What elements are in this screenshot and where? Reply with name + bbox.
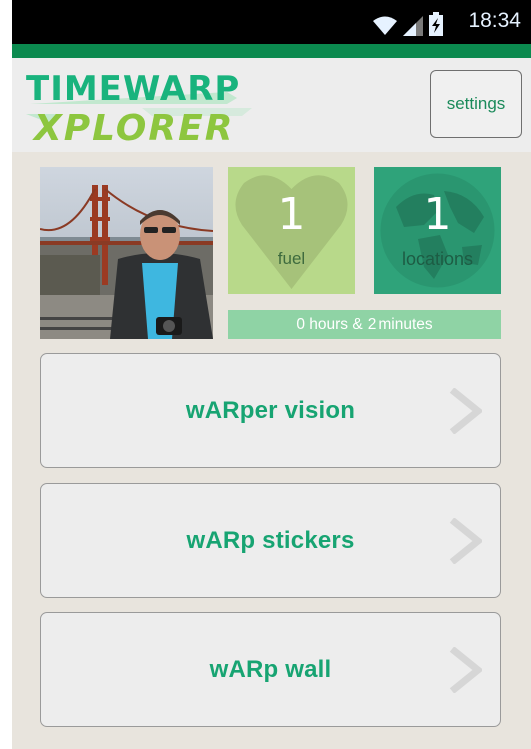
signal-icon	[403, 16, 423, 36]
locations-count: 1	[423, 189, 452, 240]
time-hours-text: 0 hours &	[296, 315, 363, 333]
battery-charging-icon	[429, 12, 443, 36]
fuel-count: 1	[277, 189, 306, 240]
status-time: 18:34	[468, 9, 521, 32]
app-logo: TIMEWARP XPLORER	[26, 69, 252, 148]
locations-tile: 1 locations	[374, 167, 501, 294]
wifi-icon	[373, 16, 397, 35]
warper-vision-button[interactable]: wARper vision	[40, 353, 501, 468]
app-frame: 18:34 TIMEWARP XPLORER settings 1 fuel 1…	[12, 0, 531, 749]
fuel-tile: 1 fuel	[228, 167, 355, 294]
app-header: TIMEWARP XPLORER settings	[12, 58, 531, 152]
status-bar: 18:34	[12, 0, 531, 44]
profile-photo[interactable]	[40, 167, 213, 339]
menu-button-label: wARp stickers	[186, 526, 355, 554]
settings-button[interactable]: settings	[430, 70, 522, 138]
menu-button-label: wARper vision	[185, 396, 356, 424]
logo-line1: TIMEWARP	[26, 69, 240, 109]
logo-line2: XPLORER	[32, 108, 234, 148]
chevron-right-icon	[449, 518, 482, 564]
locations-label: locations	[401, 249, 474, 269]
time-minutes-value: 2	[367, 315, 377, 333]
time-played-bar: 0 hours & 2 minutes	[228, 310, 501, 339]
accent-bar	[12, 44, 531, 58]
chevron-right-icon	[449, 647, 482, 693]
status-icons	[373, 12, 443, 36]
time-minutes-unit: minutes	[378, 315, 433, 333]
fuel-label: fuel	[277, 249, 306, 268]
warp-wall-button[interactable]: wARp wall	[40, 612, 501, 727]
warp-stickers-button[interactable]: wARp stickers	[40, 483, 501, 598]
menu-button-label: wARp wall	[209, 655, 332, 683]
chevron-right-icon	[449, 388, 482, 434]
